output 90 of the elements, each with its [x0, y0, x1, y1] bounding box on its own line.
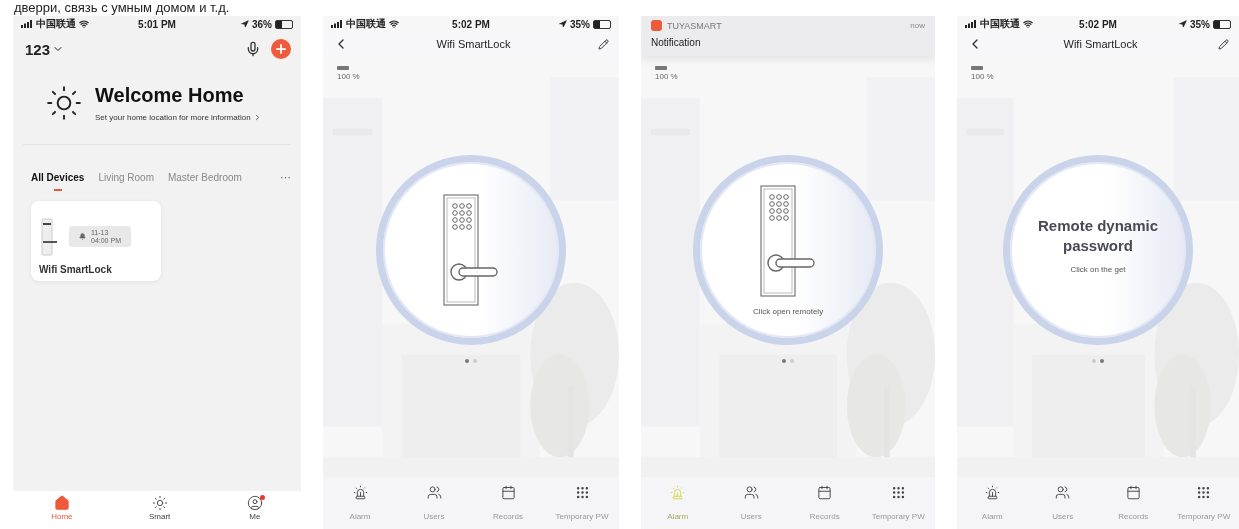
- siren-icon: [984, 485, 1000, 500]
- location-arrow-icon: [559, 20, 567, 28]
- user-icon: [246, 495, 263, 511]
- plus-icon: [274, 42, 288, 56]
- action-button[interactable]: Alarm: [957, 477, 1028, 529]
- keypad-icon: [574, 485, 590, 500]
- slide-hint: Click open remotely: [752, 306, 824, 316]
- action-button[interactable]: Records: [788, 477, 862, 529]
- slide-hint: Click on the get: [1070, 265, 1126, 274]
- battery-percentage: 35%: [570, 18, 590, 30]
- edit-button[interactable]: [598, 38, 609, 50]
- home-location-link[interactable]: Set your home location for more information: [95, 113, 262, 122]
- battery-icon: [275, 19, 293, 29]
- nav-tab[interactable]: Smart: [149, 495, 171, 529]
- action-button[interactable]: Alarm: [323, 477, 397, 529]
- slide-heading: Remote dynamic password: [1036, 216, 1159, 255]
- calendar-icon: [1125, 485, 1141, 500]
- battery-percentage: 36%: [252, 18, 272, 30]
- battery-icon: [337, 66, 349, 70]
- users-icon: [1055, 485, 1071, 500]
- users-icon: [426, 485, 442, 500]
- edit-button[interactable]: [1218, 38, 1229, 50]
- battery-icon: [1213, 19, 1231, 29]
- caption-text: дверри, связь с умным домом и т.д.: [13, 0, 231, 16]
- action-button[interactable]: Records: [471, 477, 545, 529]
- wifi-icon: [389, 19, 399, 29]
- action-button[interactable]: Users: [1027, 477, 1098, 529]
- signal-icon: [21, 20, 33, 28]
- notification-banner[interactable]: TUYASMART now Notification: [641, 16, 935, 56]
- action-button[interactable]: Records: [1098, 477, 1169, 529]
- users-icon: [743, 485, 759, 500]
- sun-icon: [151, 495, 168, 511]
- action-button[interactable]: Temporary PW: [545, 477, 619, 529]
- app-icon: [651, 20, 662, 31]
- location-arrow-icon: [241, 20, 249, 28]
- calendar-icon: [500, 485, 516, 500]
- screen-title: Wifi SmartLock: [436, 38, 511, 50]
- battery-icon: [593, 19, 611, 29]
- nav-tab[interactable]: Home: [51, 495, 73, 529]
- carrier-name: 中国联通: [36, 17, 76, 31]
- notification-time: now: [910, 21, 925, 30]
- signal-icon: [965, 20, 977, 28]
- clock-time: 5:01 PM: [138, 18, 176, 30]
- nav-tab[interactable]: Me: [246, 495, 263, 529]
- battery-level: 100 %: [655, 72, 679, 81]
- page-dot[interactable]: [1092, 359, 1096, 363]
- room-tab[interactable]: Living Room: [98, 171, 154, 191]
- carrier-name: 中国联通: [346, 17, 386, 31]
- wifi-icon: [1023, 19, 1033, 29]
- home-selector[interactable]: 123: [25, 40, 65, 58]
- action-button[interactable]: Users: [397, 477, 471, 529]
- wifi-icon: [79, 19, 89, 29]
- page-dot[interactable]: [790, 359, 794, 363]
- action-button[interactable]: Alarm: [641, 477, 715, 529]
- keypad-icon: [890, 485, 906, 500]
- screen-title: Wifi SmartLock: [1063, 38, 1138, 50]
- signal-icon: [331, 20, 343, 28]
- action-button[interactable]: Users: [714, 477, 788, 529]
- door-lock-icon: [39, 216, 59, 257]
- sun-icon: [45, 84, 83, 122]
- battery-icon: [655, 66, 667, 70]
- page-dot[interactable]: [1100, 359, 1104, 363]
- siren-icon: [352, 485, 368, 500]
- location-arrow-icon: [1179, 20, 1187, 28]
- siren-icon: [670, 485, 686, 500]
- carrier-name: 中国联通: [980, 17, 1020, 31]
- keypad-icon: [1196, 485, 1212, 500]
- device-name: Wifi SmartLock: [39, 264, 113, 275]
- page-dot[interactable]: [782, 359, 786, 363]
- room-tab[interactable]: All Devices: [31, 171, 85, 191]
- add-button[interactable]: [271, 39, 291, 59]
- notification-dot: [259, 495, 265, 500]
- notification-text: Notification: [651, 37, 702, 48]
- more-button[interactable]: ···: [280, 171, 291, 191]
- home-icon: [53, 495, 70, 511]
- page-dot[interactable]: [465, 359, 469, 363]
- app-name: TUYASMART: [667, 20, 722, 31]
- microphone-button[interactable]: [245, 41, 261, 57]
- battery-icon: [971, 66, 983, 70]
- room-tab[interactable]: Master Bedroom: [167, 171, 242, 191]
- welcome-title: Welcome Home: [95, 84, 245, 107]
- action-button[interactable]: Temporary PW: [1168, 477, 1239, 529]
- clock-time: 5:02 PM: [1079, 18, 1117, 30]
- battery-level: 100 %: [337, 72, 361, 81]
- battery-level: 100 %: [971, 72, 995, 81]
- battery-percentage: 35%: [1190, 18, 1210, 30]
- action-button[interactable]: Temporary PW: [861, 477, 935, 529]
- calendar-icon: [817, 485, 833, 500]
- page-dot[interactable]: [473, 359, 477, 363]
- clock-time: 5:02 PM: [452, 18, 490, 30]
